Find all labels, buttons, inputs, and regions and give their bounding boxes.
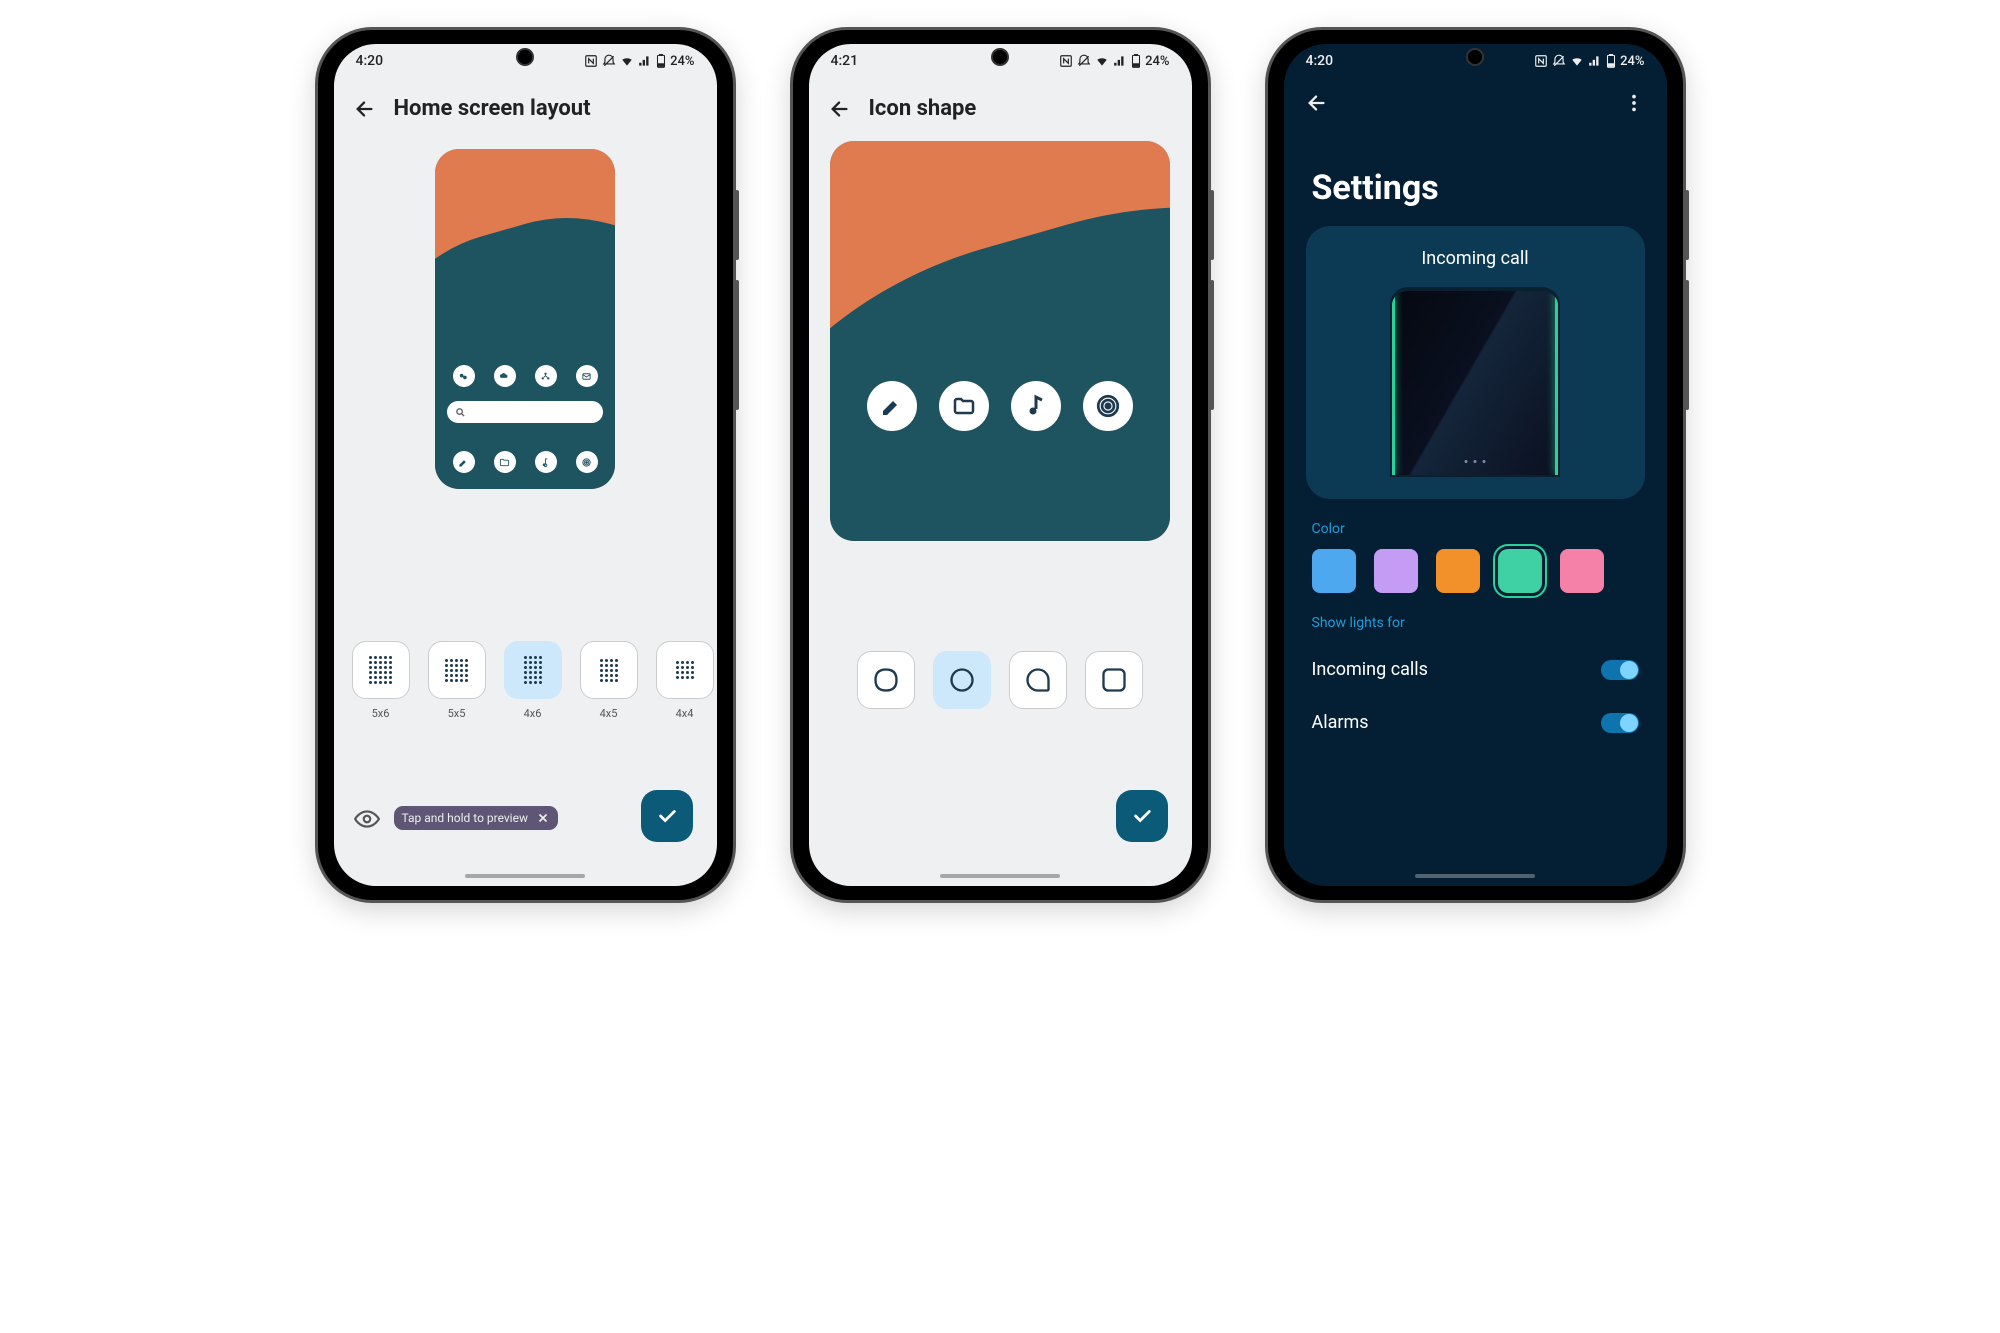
confirm-button[interactable] [641,790,693,842]
battery-icon [1606,54,1616,68]
chat-icon [453,365,475,387]
phone-edge-light-preview [1390,287,1560,477]
toggle-label: Alarms [1312,712,1369,733]
wifi-icon [1095,54,1109,68]
toggle-switch[interactable] [1601,713,1639,733]
wallpaper-preview[interactable] [435,149,615,489]
music-icon [1011,381,1061,431]
battery-percent: 24% [670,54,694,69]
toggle-row-incoming-calls[interactable]: Incoming calls [1284,643,1667,696]
shape-option-rounded-square[interactable] [1085,651,1143,709]
incoming-call-preview-card: Incoming call [1306,226,1645,499]
alarm-off-icon [1077,54,1091,68]
mail-icon [576,365,598,387]
podcast-icon [576,451,598,473]
camera-punch-hole [1466,48,1484,66]
home-indicator[interactable] [465,874,585,878]
share-icon [535,365,557,387]
wifi-icon [620,54,634,68]
confirm-button[interactable] [1116,790,1168,842]
back-icon[interactable] [829,98,851,120]
phone-layout-screen: 4:20 24% Home screen layout [318,30,733,900]
color-swatch[interactable] [1312,549,1356,593]
status-time: 4:21 [831,53,1001,69]
app-header: Icon shape [809,78,1192,133]
toast-text: Tap and hold to preview [402,811,528,825]
wifi-icon [1570,54,1584,68]
alarm-off-icon [602,54,616,68]
grid-option-4x5[interactable]: 4x5 [580,641,638,720]
wallpaper-preview [830,141,1170,541]
grid-options-row: 5x6 5x5 4x6 4x5 4x4 [352,641,717,720]
preview-eye-icon[interactable] [354,806,380,832]
nfc-icon [1534,54,1548,68]
search-bar [447,401,603,423]
grid-option-label: 4x4 [676,707,694,720]
color-swatch[interactable] [1498,549,1542,593]
nfc-icon [1059,54,1073,68]
battery-percent: 24% [1620,54,1644,69]
grid-option-4x4[interactable]: 4x4 [656,641,714,720]
shape-option-circle[interactable] [933,651,991,709]
color-swatch[interactable] [1560,549,1604,593]
more-icon[interactable] [1623,92,1645,114]
cloud-icon [494,365,516,387]
toggle-row-alarms[interactable]: Alarms [1284,696,1667,749]
grid-option-label: 4x5 [600,707,618,720]
back-icon[interactable] [354,98,376,120]
signal-icon [1113,54,1127,68]
home-indicator[interactable] [940,874,1060,878]
nfc-icon [584,54,598,68]
color-section-label: Color [1284,499,1667,549]
grid-option-label: 5x6 [372,707,390,720]
folder-icon [939,381,989,431]
card-title: Incoming call [1328,248,1623,269]
app-header: Home screen layout [334,78,717,133]
color-swatch[interactable] [1374,549,1418,593]
camera-punch-hole [991,48,1009,66]
close-icon[interactable] [536,811,550,825]
signal-icon [638,54,652,68]
battery-percent: 24% [1145,54,1169,69]
home-indicator[interactable] [1415,874,1535,878]
preview-toast[interactable]: Tap and hold to preview [394,806,558,830]
grid-option-5x5[interactable]: 5x5 [428,641,486,720]
battery-icon [656,54,666,68]
app-header [1284,78,1667,114]
camera-punch-hole [516,48,534,66]
color-swatch[interactable] [1436,549,1480,593]
folder-icon [494,451,516,473]
page-title: Home screen layout [394,96,591,121]
phone-edge-lights-screen: 4:20 24% Settings Incoming call Color [1268,30,1683,900]
page-title: Icon shape [869,96,977,121]
grid-option-4x6[interactable]: 4x6 [504,641,562,720]
signal-icon [1588,54,1602,68]
podcast-icon [1083,381,1133,431]
shape-options-row [809,651,1192,709]
grid-option-label: 4x6 [524,707,542,720]
grid-option-label: 5x5 [448,707,466,720]
back-icon[interactable] [1306,92,1328,114]
color-options-row [1284,549,1667,593]
battery-icon [1131,54,1141,68]
music-icon [535,451,557,473]
status-time: 4:20 [356,53,526,69]
lights-section-label: Show lights for [1284,593,1667,643]
toggle-switch[interactable] [1601,660,1639,680]
edit-icon [453,451,475,473]
status-time: 4:20 [1306,53,1476,69]
page-title: Settings [1284,114,1667,226]
shape-option-squircle[interactable] [857,651,915,709]
alarm-off-icon [1552,54,1566,68]
grid-option-5x6[interactable]: 5x6 [352,641,410,720]
edit-icon [867,381,917,431]
phone-icon-shape-screen: 4:21 24% Icon shape [793,30,1208,900]
shape-option-teardrop[interactable] [1009,651,1067,709]
toggle-label: Incoming calls [1312,659,1428,680]
